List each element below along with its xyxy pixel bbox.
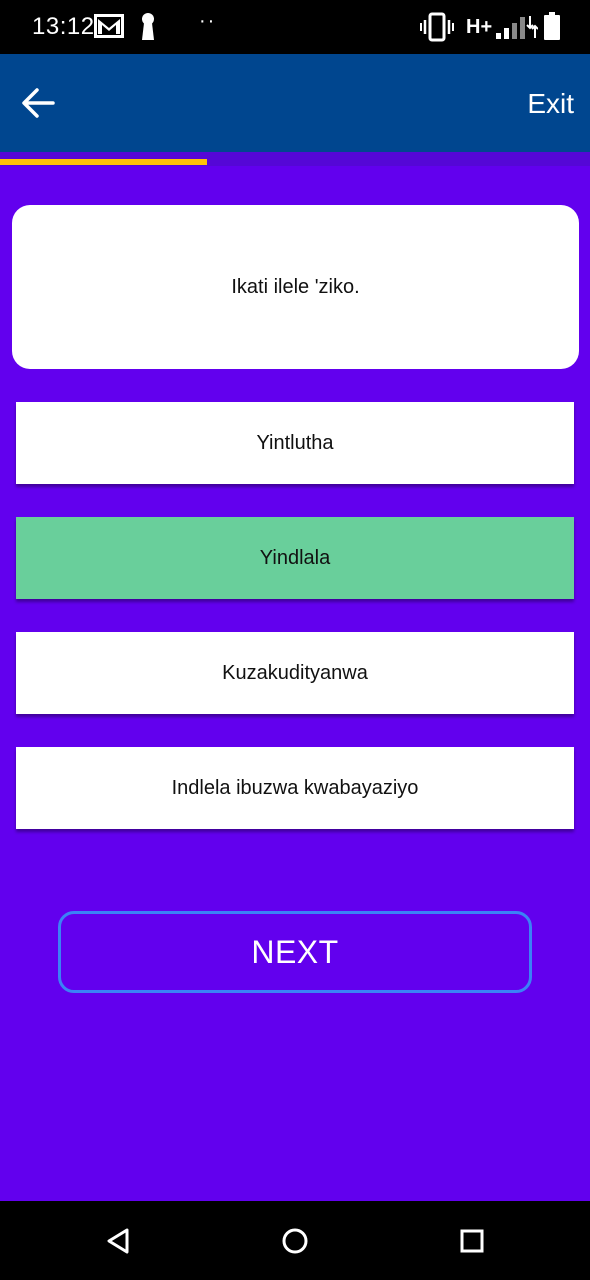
progress-bar: [0, 152, 590, 166]
exit-button[interactable]: Exit: [527, 88, 574, 120]
app-bar: Exit: [0, 54, 590, 152]
question-card: Ikati ilele 'ziko.: [12, 205, 579, 369]
arrow-back-icon[interactable]: [20, 85, 56, 121]
vibrate-icon: [420, 12, 454, 42]
question-text: Ikati ilele 'ziko.: [231, 275, 360, 298]
progress-fill: [0, 159, 207, 165]
navigation-bar: [0, 1201, 590, 1280]
status-time: 13:12: [32, 13, 95, 40]
answer-option[interactable]: Kuzakudityanwa: [16, 632, 574, 714]
battery-icon: [544, 12, 560, 40]
answer-option[interactable]: Indlela ibuzwa kwabayaziyo: [16, 747, 574, 829]
recents-square-icon[interactable]: [457, 1226, 487, 1256]
gmail-icon: [94, 14, 124, 38]
back-triangle-icon[interactable]: [103, 1226, 133, 1256]
next-button[interactable]: NEXT: [58, 911, 532, 993]
key-icon: [142, 13, 154, 40]
answer-option[interactable]: Yintlutha: [16, 402, 574, 484]
signal-icon: [496, 16, 538, 39]
network-type: H+: [466, 16, 493, 38]
answer-option[interactable]: Yindlala: [16, 517, 574, 599]
home-circle-icon[interactable]: [280, 1226, 310, 1256]
status-bar: 13:12 ·· H+: [0, 0, 590, 54]
notification-dots-icon: ··: [199, 10, 217, 32]
